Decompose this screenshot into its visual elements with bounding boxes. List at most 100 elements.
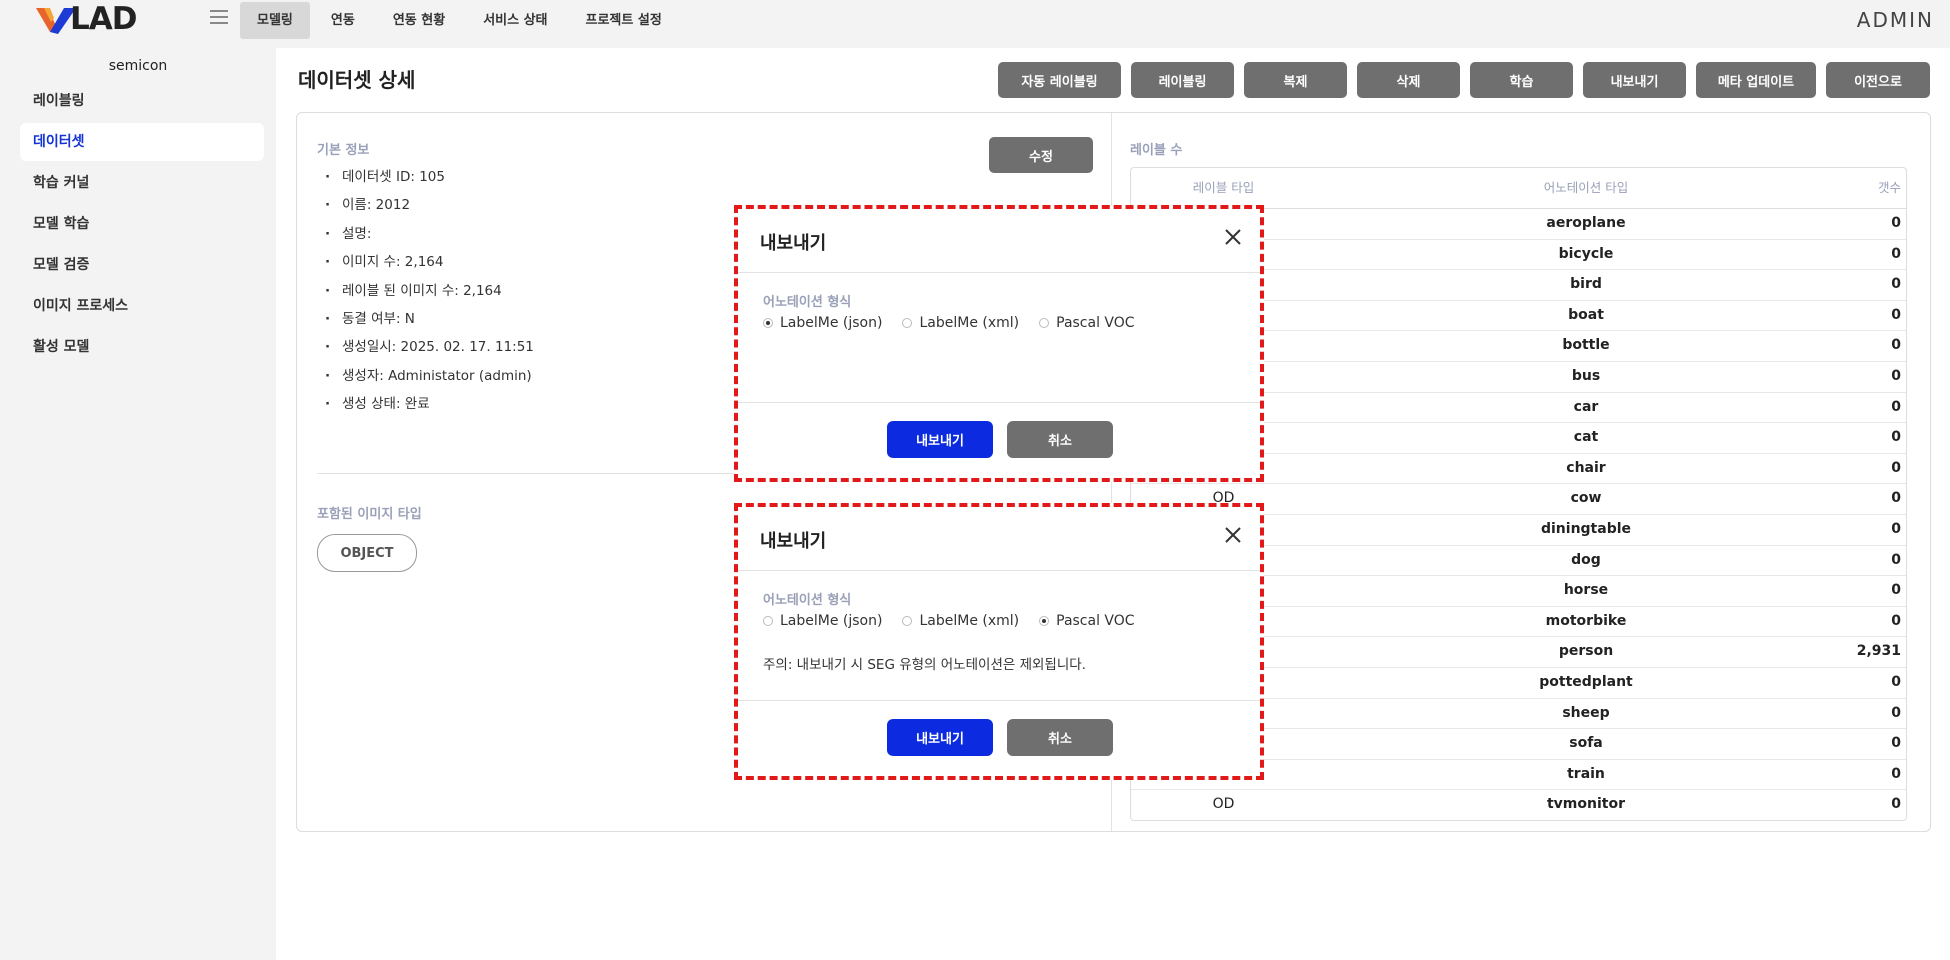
info-creator: 생성자: Administator (admin) <box>317 362 534 391</box>
cell-annotation-type: sheep <box>1562 704 1610 721</box>
top-menu: 모델링 연동 연동 현황 서비스 상태 프로젝트 설정 <box>240 2 679 39</box>
sidebar-item-image-process[interactable]: 이미지 프로세스 <box>20 287 264 325</box>
info-labeled-count: 레이블 된 이미지 수: 2,164 <box>317 277 534 306</box>
cell-count: 0 <box>1891 673 1901 690</box>
radio-label: LabelMe (json) <box>780 613 883 629</box>
info-frozen: 동결 여부: N <box>317 305 534 334</box>
cell-count: 0 <box>1891 612 1901 629</box>
cell-count: 0 <box>1891 459 1901 476</box>
radio-unchecked-icon <box>1039 318 1050 328</box>
meta-update-button[interactable]: 메타 업데이트 <box>1696 62 1816 98</box>
close-icon[interactable] <box>1222 226 1244 248</box>
format-label: 어노테이션 형식 <box>763 295 852 310</box>
topmenu-service-status[interactable]: 서비스 상태 <box>466 2 564 39</box>
export-button[interactable]: 내보내기 <box>1583 62 1686 98</box>
topmenu-modeling[interactable]: 모델링 <box>240 2 310 39</box>
sidebar-item-dataset[interactable]: 데이터셋 <box>20 123 264 161</box>
cell-count: 2,931 <box>1856 643 1901 660</box>
export-dialog-json: 내보내기 어노테이션 형식 LabelMe (json) LabelMe (xm… <box>734 205 1264 482</box>
cell-count: 0 <box>1891 276 1901 293</box>
radio-labelme-json[interactable]: LabelMe (json) <box>763 613 882 629</box>
radio-label: LabelMe (xml) <box>919 613 1020 629</box>
cell-annotation-type: horse <box>1563 582 1609 599</box>
topmenu-integration[interactable]: 연동 <box>314 2 372 39</box>
edit-button[interactable]: 수정 <box>989 137 1093 173</box>
image-type-tag: OBJECT <box>317 534 417 572</box>
back-button[interactable]: 이전으로 <box>1826 62 1930 98</box>
sidebar-item-labeling[interactable]: 레이블링 <box>20 82 264 120</box>
hamburger-menu-icon[interactable] <box>210 10 228 26</box>
sidebar-item-active-model[interactable]: 활성 모델 <box>20 328 264 366</box>
info-description: 설명: <box>317 220 534 249</box>
close-icon[interactable] <box>1222 524 1244 546</box>
radio-label: LabelMe (xml) <box>919 315 1020 331</box>
cancel-button[interactable]: 취소 <box>1007 719 1113 756</box>
cell-count: 0 <box>1891 735 1901 752</box>
dialog-title: 내보내기 <box>760 233 827 254</box>
radio-labelme-xml[interactable]: LabelMe (xml) <box>902 315 1019 331</box>
dialog-title: 내보내기 <box>760 531 827 552</box>
cell-count: 0 <box>1891 367 1901 384</box>
top-bar: LAD 모델링 연동 연동 현황 서비스 상태 프로젝트 설정 ADMIN <box>0 0 1950 42</box>
export-dialog-voc: 내보내기 어노테이션 형식 LabelMe (json) LabelMe (xm… <box>734 503 1264 780</box>
format-radio-group: LabelMe (json) LabelMe (xml) Pascal VOC <box>763 613 1155 629</box>
radio-pascal-voc[interactable]: Pascal VOC <box>1039 315 1135 331</box>
radio-labelme-xml[interactable]: LabelMe (xml) <box>902 613 1019 629</box>
cell-annotation-type: aeroplane <box>1546 215 1626 231</box>
export-warning-note: 주의: 내보내기 시 SEG 유형의 어노테이션은 제외됩니다. <box>763 657 1086 673</box>
topmenu-project-settings[interactable]: 프로젝트 설정 <box>569 2 679 39</box>
format-label: 어노테이션 형식 <box>763 593 852 608</box>
sidebar-item-model-training[interactable]: 모델 학습 <box>20 205 264 243</box>
radio-unchecked-icon <box>902 616 913 626</box>
info-dataset-id: 데이터셋 ID: 105 <box>317 163 534 192</box>
radio-label: Pascal VOC <box>1056 613 1135 629</box>
cell-annotation-type: dog <box>1571 551 1601 568</box>
cell-annotation-type: sofa <box>1569 735 1603 752</box>
auto-labeling-button[interactable]: 자동 레이블링 <box>998 62 1121 98</box>
confirm-export-button[interactable]: 내보내기 <box>887 719 993 756</box>
train-button[interactable]: 학습 <box>1470 62 1573 98</box>
cell-annotation-type: tvmonitor <box>1546 796 1625 813</box>
cell-annotation-type: chair <box>1566 459 1606 476</box>
confirm-export-button[interactable]: 내보내기 <box>887 421 993 458</box>
cell-annotation-type: diningtable <box>1540 520 1632 537</box>
cell-annotation-type: bottle <box>1562 337 1610 354</box>
radio-labelme-json[interactable]: LabelMe (json) <box>763 315 882 331</box>
cell-annotation-type: pottedplant <box>1539 673 1633 690</box>
radio-checked-icon <box>763 318 773 328</box>
sidebar-item-model-validation[interactable]: 모델 검증 <box>20 246 264 284</box>
sidebar-item-training-kernel[interactable]: 학습 커널 <box>20 164 264 202</box>
cell-count: 0 <box>1891 765 1901 782</box>
dialog-body: 어노테이션 형식 LabelMe (json) LabelMe (xml) Pa… <box>738 273 1260 403</box>
dialog-header: 내보내기 <box>738 209 1260 273</box>
cell-annotation-type: person <box>1558 643 1614 660</box>
dialog-body: 어노테이션 형식 LabelMe (json) LabelMe (xml) Pa… <box>738 571 1260 701</box>
app-logo[interactable]: LAD <box>36 1 137 37</box>
labeling-button[interactable]: 레이블링 <box>1131 62 1234 98</box>
cell-count: 0 <box>1891 704 1901 721</box>
user-name[interactable]: ADMIN <box>1857 8 1934 32</box>
table-header: 레이블 타입 어노테이션 타입 갯수 <box>1131 168 1906 209</box>
cell-count: 0 <box>1891 429 1901 446</box>
format-radio-group: LabelMe (json) LabelMe (xml) Pascal VOC <box>763 315 1155 331</box>
cell-annotation-type: cow <box>1570 490 1602 507</box>
cancel-button[interactable]: 취소 <box>1007 421 1113 458</box>
radio-label: Pascal VOC <box>1056 315 1135 331</box>
radio-checked-icon <box>1039 616 1050 626</box>
cell-count: 0 <box>1891 520 1901 537</box>
cell-count: 0 <box>1891 245 1901 262</box>
cell-count: 0 <box>1891 490 1901 507</box>
radio-pascal-voc[interactable]: Pascal VOC <box>1039 613 1135 629</box>
label-count-title: 레이블 수 <box>1130 143 1183 158</box>
topmenu-integration-status[interactable]: 연동 현황 <box>376 2 462 39</box>
radio-unchecked-icon <box>763 616 773 626</box>
duplicate-button[interactable]: 복제 <box>1244 62 1347 98</box>
cell-annotation-type: cat <box>1573 429 1599 446</box>
project-name: semicon <box>108 58 168 74</box>
delete-button[interactable]: 삭제 <box>1357 62 1460 98</box>
cell-label-type: OD <box>1212 796 1235 813</box>
cell-annotation-type: motorbike <box>1545 612 1627 629</box>
page-title: 데이터셋 상세 <box>298 68 416 92</box>
radio-label: LabelMe (json) <box>780 315 883 331</box>
col-count: 갯수 <box>1877 180 1901 195</box>
